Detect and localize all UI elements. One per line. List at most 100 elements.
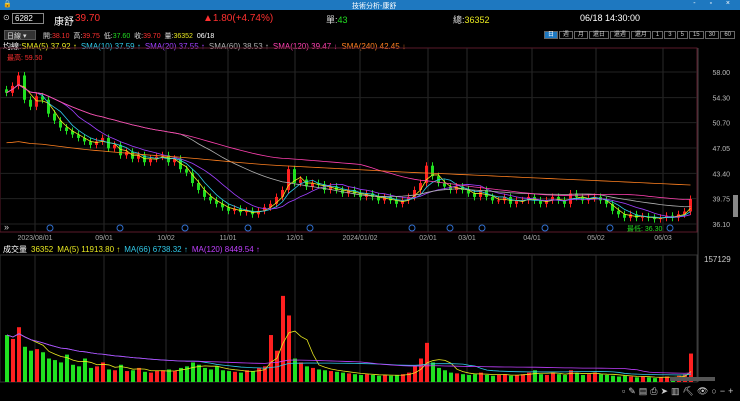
candle — [113, 144, 116, 149]
event-marker-icon[interactable] — [116, 224, 124, 232]
date-tick: 11/01 — [220, 235, 237, 242]
event-marker-icon[interactable] — [181, 224, 189, 232]
volume-bar — [203, 367, 207, 382]
toolbar-button[interactable]: ⛏ — [683, 386, 694, 397]
volume-bar — [257, 367, 261, 382]
volume-bar — [53, 360, 57, 382]
toolbar-button[interactable]: ○ — [711, 386, 716, 397]
price-tick: 43.40 — [712, 171, 730, 178]
volume-bar — [17, 327, 21, 382]
event-marker-icon[interactable] — [606, 224, 614, 232]
volume-bar — [395, 374, 399, 382]
volume-bar — [347, 373, 351, 382]
event-marker-icon[interactable] — [306, 224, 314, 232]
toolbar-button[interactable]: ▫ — [622, 386, 625, 397]
volume-bar — [65, 354, 69, 382]
volume-bar — [437, 367, 441, 382]
volume-bar — [197, 364, 201, 382]
volume-bar — [215, 366, 219, 382]
toolbar-button[interactable]: − — [720, 386, 725, 397]
price-tick: 54.30 — [712, 96, 730, 103]
volume-bar — [329, 371, 333, 382]
volume-bar — [89, 367, 93, 382]
price-tick: 58.00 — [712, 70, 730, 77]
volume-bar — [287, 315, 291, 382]
volume-bar — [47, 358, 51, 382]
price-chart[interactable]: 2023/08/01 09/01 10/02 11/01 12/01 2024/01/02… — [0, 0, 740, 401]
volume-bar — [449, 372, 453, 382]
volume-bar — [539, 374, 543, 382]
event-marker-icon[interactable] — [446, 224, 454, 232]
volume-bar — [227, 371, 231, 382]
volume-bar — [623, 375, 627, 382]
price-tick: 50.70 — [712, 121, 730, 128]
volume-bar — [503, 374, 507, 382]
volume-bar — [383, 374, 387, 382]
volume-ma-line — [6, 333, 692, 376]
volume-bar — [635, 377, 639, 382]
volume-bar — [59, 362, 63, 382]
event-marker-icon[interactable] — [478, 224, 486, 232]
candle — [545, 200, 548, 204]
volume-bar — [245, 370, 249, 382]
volume-bar — [29, 350, 33, 382]
volume-bar — [221, 370, 225, 382]
volume-bar — [605, 374, 609, 382]
price-pane-border — [0, 47, 698, 233]
volume-bar — [83, 358, 87, 382]
toolbar-button[interactable]: ▥ — [671, 386, 680, 397]
volume-bar — [557, 374, 561, 382]
candle — [197, 183, 200, 190]
volume-bar — [521, 374, 525, 382]
toolbar-button[interactable]: ▤ — [639, 386, 648, 397]
price-tick: 36.10 — [712, 222, 730, 229]
volume-bar — [353, 374, 357, 382]
horizontal-scrollbar[interactable] — [670, 377, 715, 381]
event-marker-icon[interactable] — [46, 224, 54, 232]
volume-bar — [491, 375, 495, 382]
volume-bar — [485, 374, 489, 382]
volume-bar — [191, 362, 195, 382]
volume-bar — [137, 367, 141, 382]
volume-bar — [131, 370, 135, 382]
volume-bar — [293, 358, 297, 382]
volume-bar — [467, 374, 471, 382]
toolbar-button[interactable]: ✎ — [628, 386, 636, 397]
volume-bar — [389, 375, 393, 382]
volume-bar — [335, 371, 339, 382]
event-marker-icon[interactable] — [541, 224, 549, 232]
vertical-scrollbar[interactable] — [733, 195, 738, 217]
volume-bar — [575, 373, 579, 382]
event-marker-icon[interactable] — [408, 224, 416, 232]
toolbar-button[interactable]: + — [728, 386, 733, 397]
candle — [431, 165, 434, 177]
volume-bar — [581, 374, 585, 382]
toolbar-button[interactable]: ⎙ — [650, 386, 657, 397]
volume-bar — [443, 370, 447, 382]
volume-bar — [311, 367, 315, 382]
candle — [281, 189, 284, 197]
volume-bar — [23, 346, 27, 382]
ma-line — [6, 84, 691, 219]
candle — [65, 127, 68, 131]
volume-bar — [11, 338, 15, 382]
volume-bar — [659, 377, 663, 382]
event-marker-icon[interactable] — [244, 224, 252, 232]
volume-bar — [617, 376, 621, 382]
volume-bar — [587, 374, 591, 382]
volume-bar — [323, 370, 327, 382]
date-tick: 04/01 — [523, 235, 541, 242]
candle — [401, 200, 404, 204]
candle — [443, 183, 446, 187]
date-tick: 10/02 — [157, 235, 175, 242]
volume-bar — [563, 374, 567, 382]
volume-bar — [155, 371, 159, 382]
event-marker-icon[interactable] — [666, 224, 674, 232]
candle — [497, 200, 500, 202]
toolbar-button[interactable]: 👁 — [697, 386, 708, 397]
toolbar-button[interactable]: ➤ — [660, 386, 668, 397]
volume-bar — [251, 371, 255, 382]
date-tick: 05/02 — [587, 235, 605, 242]
volume-bar — [551, 372, 555, 382]
volume-bar — [461, 374, 465, 382]
